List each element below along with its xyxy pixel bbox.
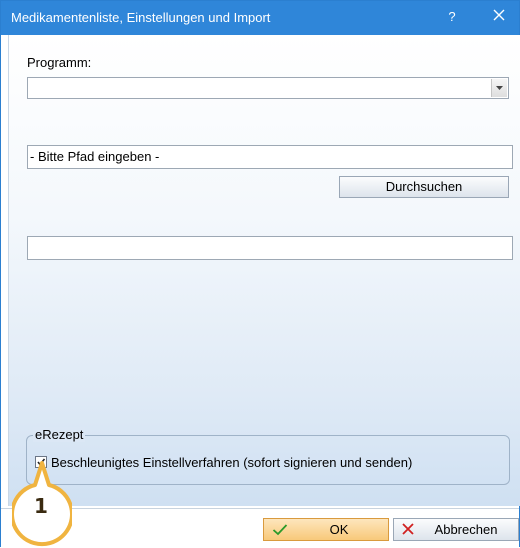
dialog-window: Medikamentenliste, Einstellungen und Imp… — [0, 0, 520, 548]
help-button[interactable]: ? — [441, 9, 463, 24]
checkmark-icon — [272, 524, 288, 536]
cancel-button[interactable]: Abbrechen — [393, 518, 519, 541]
browse-button[interactable]: Durchsuchen — [339, 176, 509, 198]
ok-button-label: OK — [329, 522, 349, 537]
close-icon — [493, 9, 505, 21]
ok-button[interactable]: OK — [263, 518, 389, 541]
close-icon — [402, 523, 414, 535]
dialog-content: Programm: - Bitte Pfad eingeben - Durchs… — [8, 35, 520, 506]
dropdown-button[interactable] — [491, 79, 507, 97]
text-input[interactable] — [27, 236, 513, 260]
title-bar[interactable]: Medikamentenliste, Einstellungen und Imp… — [1, 1, 519, 35]
accelerated-procedure-label: Beschleunigtes Einstellverfahren (sofort… — [51, 455, 413, 470]
button-bar: OK Abbrechen — [1, 508, 519, 548]
erezept-group: eRezept Beschleunigtes Einstellverfahren… — [26, 427, 510, 485]
cancel-button-label: Abbrechen — [434, 522, 498, 537]
chevron-down-icon — [496, 86, 503, 90]
close-button[interactable] — [485, 6, 513, 30]
annotation-number: 1 — [34, 494, 48, 518]
program-select[interactable] — [27, 77, 509, 99]
window-title: Medikamentenliste, Einstellungen und Imp… — [11, 10, 271, 25]
path-input[interactable]: - Bitte Pfad eingeben - — [27, 145, 513, 169]
erezept-group-title: eRezept — [33, 427, 86, 442]
program-label: Programm: — [27, 55, 92, 70]
